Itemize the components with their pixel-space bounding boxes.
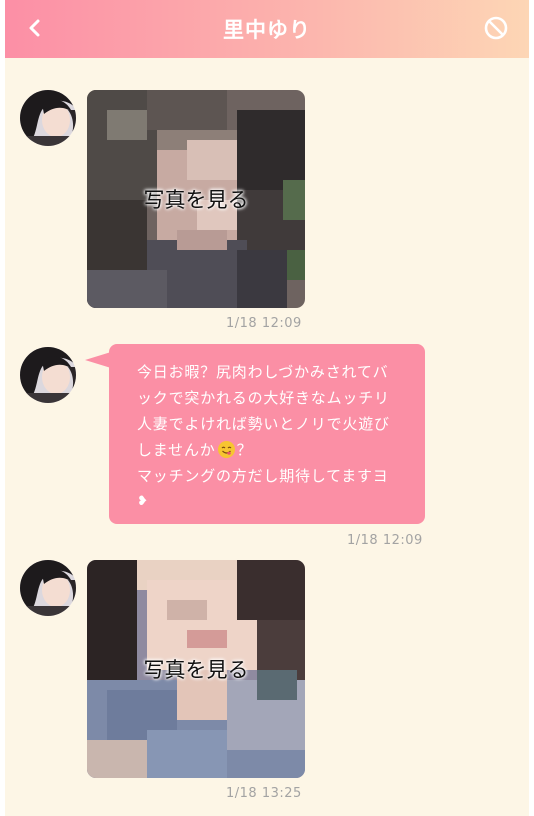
photo-message[interactable]: 写真を見る bbox=[87, 90, 305, 308]
avatar[interactable] bbox=[20, 560, 76, 616]
photo-message[interactable]: 写真を見る bbox=[87, 560, 305, 778]
message-line: ックで突かれるの大好きなムッチリ bbox=[137, 389, 390, 407]
block-button[interactable] bbox=[483, 15, 509, 41]
message-text: ？ bbox=[236, 441, 253, 459]
avatar-image bbox=[20, 90, 76, 146]
message-line-with-emoji: しませんか ？ bbox=[137, 437, 409, 463]
chat-screen: 里中ゆり 写真を見る 1/18 12:09 今日お暇？尻肉わしづかみされてバ ッ… bbox=[5, 0, 529, 816]
page-title: 里中ゆり bbox=[223, 18, 311, 42]
chat-header: 里中ゆり bbox=[5, 0, 529, 58]
avatar[interactable] bbox=[20, 347, 76, 403]
heart-mark: ❥ bbox=[137, 494, 149, 509]
view-photo-label: 写真を見る bbox=[143, 658, 249, 682]
avatar[interactable] bbox=[20, 90, 76, 146]
message-line: マッチングの方だし期待してますヨ bbox=[137, 467, 389, 485]
message-timestamp: 1/18 12:09 bbox=[226, 316, 302, 331]
message-line: 人妻でよければ勢いとノリで火遊び bbox=[137, 415, 390, 433]
text-message-bubble[interactable]: 今日お暇？尻肉わしづかみされてバ ックで突かれるの大好きなムッチリ 人妻でよけれ… bbox=[109, 344, 425, 524]
avatar-image bbox=[20, 347, 76, 403]
smiling-face-with-tongue-emoji bbox=[217, 441, 235, 458]
view-photo-label: 写真を見る bbox=[143, 188, 249, 212]
block-icon bbox=[484, 16, 508, 40]
message-line: 今日お暇？尻肉わしづかみされてバ bbox=[137, 363, 389, 381]
avatar-image bbox=[20, 560, 76, 616]
message-timestamp: 1/18 13:25 bbox=[226, 786, 302, 801]
message-timestamp: 1/18 12:09 bbox=[347, 533, 423, 548]
message-text: しませんか bbox=[137, 441, 216, 459]
bubble-tail bbox=[85, 352, 111, 368]
